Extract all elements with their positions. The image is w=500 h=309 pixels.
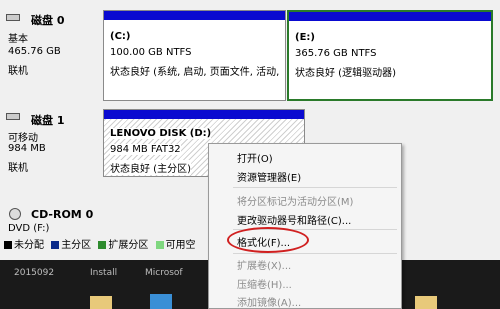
disk-0-name: 磁盘 0 — [31, 14, 65, 27]
partition-c-size: 100.00 GB NTFS — [110, 47, 192, 58]
disk-1-status: 联机 — [8, 163, 28, 174]
partition-c-letter: (C:) — [110, 31, 131, 42]
disk-0-row: 磁盘 0 基本 465.76 GB 联机 (C:) 100.00 GB NTFS… — [0, 0, 500, 101]
partition-e-status: 状态良好 (逻辑驱动器) — [295, 68, 396, 79]
disk-0-type: 基本 — [8, 34, 28, 45]
menu-item-extend-volume[interactable]: 扩展卷(X)... — [237, 257, 291, 272]
legend-swatch — [155, 241, 164, 249]
app-icon[interactable] — [150, 294, 172, 309]
folder-icon[interactable] — [90, 296, 112, 309]
legend-label: 可用空 — [165, 240, 196, 251]
partition-e-letter: (E:) — [295, 32, 315, 43]
partition-c[interactable]: (C:) 100.00 GB NTFS 状态良好 (系统, 启动, 页面文件, … — [103, 10, 286, 101]
disk-1-type: 可移动 — [8, 133, 38, 144]
partition-e[interactable]: (E:) 365.76 GB NTFS 状态良好 (逻辑驱动器) — [287, 10, 493, 101]
legend-item-free: 可用空 — [155, 240, 196, 251]
menu-item-change-drive-letter[interactable]: 更改驱动器号和路径(C)... — [237, 212, 351, 227]
partition-d-bar — [104, 110, 304, 119]
legend-item-extended: 扩展分区 — [98, 240, 148, 251]
format-highlight-circle — [227, 227, 309, 253]
disk-icon — [6, 14, 20, 21]
menu-item-mark-active[interactable]: 将分区标记为活动分区(M) — [237, 193, 353, 208]
legend-swatch — [4, 241, 12, 249]
disk-0-status: 联机 — [8, 66, 28, 77]
folder-icon[interactable] — [415, 296, 437, 309]
partition-d-letter: LENOVO DISK (D:) — [110, 128, 212, 139]
cdrom-header[interactable]: CD-ROM 0 DVD (F:) — [0, 203, 100, 234]
disk-0-header[interactable]: 磁盘 0 基本 465.76 GB 联机 — [0, 8, 100, 98]
legend-swatch — [51, 241, 60, 249]
legend: 未分配 主分区 扩展分区 可用空 — [4, 236, 196, 251]
legend-label: 扩展分区 — [108, 240, 149, 251]
taskbar-item[interactable]: 2015092 — [14, 268, 54, 278]
menu-item-open[interactable]: 打开(O) — [237, 150, 273, 165]
taskbar-item[interactable]: Install — [90, 268, 117, 278]
menu-separator — [233, 253, 397, 254]
disk-1-header[interactable]: 磁盘 1 可移动 984 MB 联机 — [0, 107, 100, 195]
disk-1-size: 984 MB — [8, 143, 46, 154]
disk-icon — [6, 113, 20, 120]
legend-label: 未分配 — [14, 240, 44, 251]
menu-item-add-mirror[interactable]: 添加镜像(A)... — [237, 294, 301, 309]
legend-item-unallocated: 未分配 — [4, 240, 44, 251]
cdrom-icon — [9, 208, 21, 220]
partition-d-status: 状态良好 (主分区) — [110, 160, 191, 175]
partition-c-bar — [104, 11, 285, 20]
partition-c-status: 状态良好 (系统, 启动, 页面文件, 活动, — [110, 67, 280, 78]
menu-item-explorer[interactable]: 资源管理器(E) — [237, 169, 301, 184]
legend-item-primary: 主分区 — [51, 240, 91, 251]
legend-swatch — [98, 241, 107, 249]
legend-label: 主分区 — [61, 240, 92, 251]
context-menu: 打开(O) 资源管理器(E) 将分区标记为活动分区(M) 更改驱动器号和路径(C… — [208, 143, 402, 309]
partition-e-bar — [289, 12, 491, 21]
partition-e-size: 365.76 GB NTFS — [295, 48, 377, 59]
taskbar-item[interactable]: Microsof — [145, 268, 183, 278]
disk-0-size: 465.76 GB — [8, 46, 61, 57]
menu-item-shrink-volume[interactable]: 压缩卷(H)... — [237, 276, 292, 291]
menu-separator — [233, 187, 397, 188]
cdrom-name: CD-ROM 0 — [31, 208, 94, 221]
disk-1-name: 磁盘 1 — [31, 114, 65, 127]
cdrom-type: DVD (F:) — [8, 223, 50, 234]
partition-d-size: 984 MB FAT32 — [110, 144, 181, 155]
